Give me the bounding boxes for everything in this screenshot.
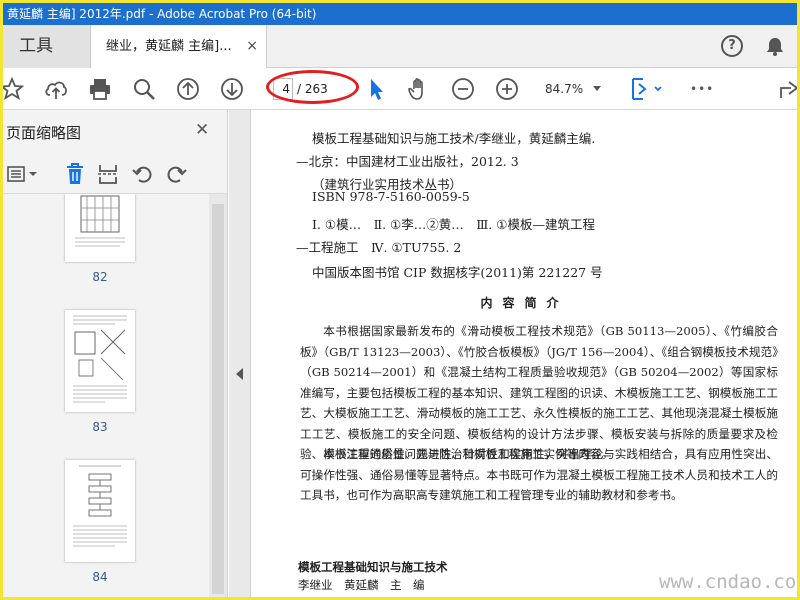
panel-close-icon[interactable]: ✕ [195,120,209,140]
document-view[interactable]: 模板工程基础知识与施工技术/李继业，黄延麟主编. —北京：中国建材工业出版社，2… [252,110,797,597]
thumbnail-scrollbar[interactable] [209,194,227,597]
zoom-search-icon[interactable] [131,76,157,102]
rotate-left-icon[interactable] [131,162,155,186]
description-paragraph: 本书注重通俗性、先进性、针对性和实用性，突出理论与实践相结合，具有应用性突出、可… [300,447,778,502]
upload-cloud-icon[interactable] [43,76,69,102]
site-watermark: www.cndao.com [659,571,800,593]
previous-page-icon[interactable] [175,76,201,102]
document-tab-label: 继业，黄延麟 主编]... [106,39,232,54]
scrollbar-thumb[interactable] [212,204,224,594]
page-thumbnail-82[interactable] [65,194,135,262]
cip-line: —北京：中国建材工业出版社，2012. 3 [296,154,519,169]
credit-authors: 李继业 黄延麟 主 编 [298,578,425,592]
title-bar: 黄延麟 主编] 2012年.pdf - Adobe Acrobat Pro (6… [3,3,797,25]
extract-page-icon[interactable] [96,162,120,186]
document-tab[interactable]: 继业，黄延麟 主编]... × [91,25,267,68]
next-page-icon[interactable] [219,76,245,102]
app-window: 黄延麟 主编] 2012年.pdf - Adobe Acrobat Pro (6… [0,0,800,600]
delete-page-icon[interactable] [63,162,87,186]
rotate-right-icon[interactable] [164,162,188,186]
panel-title: 页面缩略图 [6,124,82,142]
bell-icon[interactable] [764,35,786,57]
close-tab-icon[interactable]: × [246,25,258,68]
page-preview-84 [73,465,127,547]
tools-tab[interactable]: 工具 [3,25,91,68]
panel-toolbar [3,154,228,194]
thumbnail-options-icon[interactable] [5,162,41,186]
page-preview-82 [75,195,125,247]
cip-line: 中国版本图书馆 CIP 数据核字(2011)第 221227 号 [312,265,603,280]
page-thumbnail-84[interactable] [65,460,135,562]
cip-line: 模板工程基础知识与施工技术/李继业，黄延麟主编. [312,131,596,146]
zoom-in-icon[interactable] [494,76,520,102]
main-toolbar: 4 / 263 84.7% ••• [3,68,797,110]
fit-page-icon[interactable] [629,76,663,102]
cip-line: Ⅰ. ①模… Ⅱ. ①李…②黄… Ⅲ. ①模板—建筑工程 [312,217,595,232]
description-paragraph: 本书根据国家最新发布的《滑动模板工程技术规范》（GB 50113—2005）、《… [300,324,778,461]
page-thumbnail-83[interactable] [65,310,135,412]
thumbnail-panel: 页面缩略图 ✕ 82 83 84 [3,110,228,597]
page-preview-83 [73,315,127,403]
zoom-level-dropdown[interactable]: 84.7% [545,78,583,100]
hand-tool-icon[interactable] [406,76,432,102]
panel-splitter[interactable] [229,110,251,597]
tab-bar: 工具 继业，黄延麟 主编]... × ? [3,25,797,68]
share-icon[interactable] [777,76,800,102]
print-icon[interactable] [87,76,113,102]
window-title: 黄延麟 主编] 2012年.pdf - Adobe Acrobat Pro (6… [7,7,317,21]
more-tools-icon[interactable]: ••• [690,78,714,100]
description-title: 内容简介 [480,296,569,310]
credit-title: 模板工程基础知识与施工技术 [298,560,448,574]
star-icon[interactable] [0,76,25,102]
cip-line: ISBN 978-7-5160-0059-5 [312,189,470,204]
page-number-highlight-annotation [266,70,359,104]
collapse-panel-icon[interactable] [236,368,243,380]
thumbnail-label: 83 [92,420,108,434]
zoom-out-icon[interactable] [450,76,476,102]
select-cursor-icon[interactable] [363,76,389,102]
thumbnail-list: 82 83 84 [3,194,209,597]
cip-line: —工程施工 Ⅳ. ①TU755. 2 [296,240,462,255]
thumbnail-label: 84 [92,570,108,584]
zoom-caret-icon[interactable] [593,86,601,91]
help-icon[interactable]: ? [721,35,743,57]
thumbnail-label: 82 [92,270,108,284]
